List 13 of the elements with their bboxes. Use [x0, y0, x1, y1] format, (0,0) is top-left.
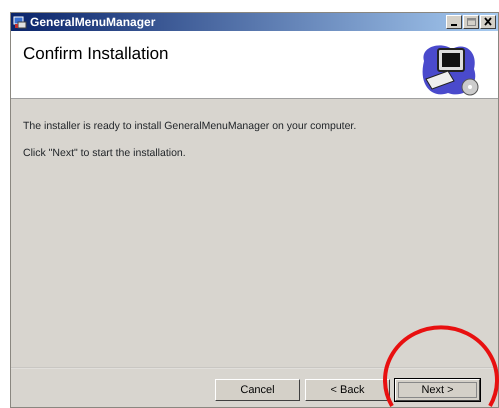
- cancel-button[interactable]: Cancel: [215, 379, 300, 401]
- body-text: The installer is ready to install GeneralMenuManager on your computer.: [23, 119, 358, 134]
- minimize-button[interactable]: [446, 15, 462, 29]
- close-button[interactable]: [480, 15, 496, 29]
- maximize-icon: [466, 17, 476, 27]
- minimize-icon: [451, 24, 457, 26]
- body-text: Click "Next" to start the installation.: [23, 146, 187, 161]
- installer-icon: [13, 15, 27, 29]
- back-button[interactable]: < Back: [305, 379, 390, 401]
- close-icon: [483, 17, 493, 27]
- next-button[interactable]: Next >: [395, 379, 480, 401]
- window-title: GeneralMenuManager: [30, 14, 156, 31]
- page-title: Confirm Installation: [23, 43, 169, 65]
